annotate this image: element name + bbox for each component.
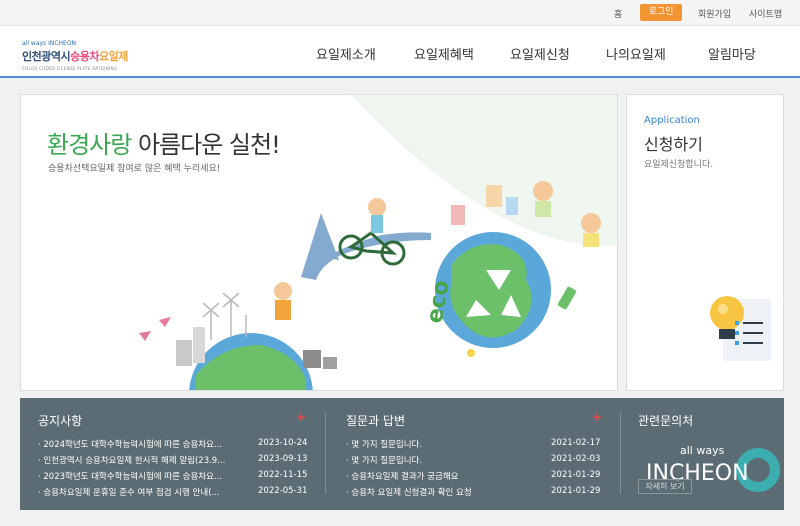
join-link[interactable]: 회원가입 <box>698 7 731 20</box>
login-button[interactable]: 로그인 <box>640 4 682 21</box>
nav-item-intro[interactable]: 요일제소개 <box>316 44 376 63</box>
wind-turbine-graphic <box>202 292 247 340</box>
hero-illustration: eco <box>139 95 617 390</box>
notice-title[interactable]: 공지사항 <box>38 412 82 429</box>
qna-date: 2021-02-03 <box>551 454 601 464</box>
qna-item[interactable]: · 몇 가지 질문입니다. <box>346 438 422 450</box>
apply-title: 신청하기 <box>644 135 703 154</box>
logo-main-b: 승용차 <box>70 50 99 63</box>
brand-small-text: all ways <box>680 444 725 457</box>
notice-date: 2022-05-31 <box>258 486 308 496</box>
home-link[interactable]: 홈 <box>614 7 622 20</box>
qna-item[interactable]: · 몇 가지 질문입니다. <box>346 454 422 466</box>
notice-date: 2023-09-13 <box>258 454 308 464</box>
logo-main-c: 요일제 <box>98 50 128 63</box>
apply-card[interactable]: Application 신청하기 요일제신청합니다. <box>626 94 784 391</box>
section-divider <box>325 412 326 494</box>
notice-date: 2022-11-15 <box>258 470 308 480</box>
logo-small-text: all ways INCHEON <box>22 40 77 47</box>
nav-item-notice-board[interactable]: 알림마당 <box>708 44 756 63</box>
hero-banner[interactable]: 환경사랑 아름다운 실천! 승용차선택요일제 참여로 많은 혜택 누리세요! e… <box>20 94 618 391</box>
logo-main-text: 인천광역시승용차요일제 <box>22 48 128 64</box>
nav-item-my[interactable]: 나의요일제 <box>606 44 666 63</box>
related-title: 관련문의처 <box>638 414 694 428</box>
apply-english-label: Application <box>644 115 700 126</box>
globe-left-graphic <box>189 333 313 390</box>
nav-item-apply[interactable]: 요일제신청 <box>510 44 570 63</box>
notice-item[interactable]: · 2023학년도 대학수학능력시험에 따른 승용차요... <box>38 470 222 482</box>
qna-date: 2021-01-29 <box>551 486 601 496</box>
notice-more-plus-icon[interactable]: + <box>296 410 306 424</box>
qna-date: 2021-02-17 <box>551 438 601 448</box>
arrow-graphic <box>301 213 431 280</box>
notice-item[interactable]: · 승용차요일제 운휴일 준수 여부 점검 시행 안내(... <box>38 486 220 498</box>
lightbulb-icon <box>710 296 771 361</box>
notice-item[interactable]: · 2024학년도 대학수학능력시험에 따른 승용차요... <box>38 438 222 450</box>
logo-sub-text: COLOR CODED LICENSE PLATE RATIONING <box>22 66 118 71</box>
header: all ways INCHEON 인천광역시승용차요일제 COLOR CODED… <box>0 26 800 78</box>
bottom-panel: 공지사항 + · 2024학년도 대학수학능력시험에 따른 승용차요... 20… <box>20 398 784 510</box>
apply-description: 요일제신청합니다. <box>644 160 714 170</box>
notice-item[interactable]: · 인천광역시 승용차요일제 한시적 해제 알림(23.9... <box>38 454 225 466</box>
logo-main-a: 인천광역시 <box>22 50 71 63</box>
sitemap-link[interactable]: 사이트맵 <box>749 7 782 20</box>
qna-title[interactable]: 질문과 답변 <box>346 412 405 429</box>
nav-item-benefits[interactable]: 요일제혜택 <box>414 44 474 63</box>
qna-item[interactable]: · 승용차요일제 결과가 궁금해요 <box>346 470 458 482</box>
related-more-button[interactable]: 자세히 보기 <box>638 479 692 494</box>
qna-date: 2021-01-29 <box>551 470 601 480</box>
site-logo[interactable]: all ways INCHEON 인천광역시승용차요일제 COLOR CODED… <box>22 40 128 71</box>
utility-bar: 홈 로그인 회원가입 사이트맵 <box>0 0 800 26</box>
qna-item[interactable]: · 승용차 요일제 신청결과 확인 요청 <box>346 486 472 498</box>
notice-date: 2023-10-24 <box>258 438 308 448</box>
qna-more-plus-icon[interactable]: + <box>592 410 602 424</box>
section-divider <box>620 412 621 494</box>
